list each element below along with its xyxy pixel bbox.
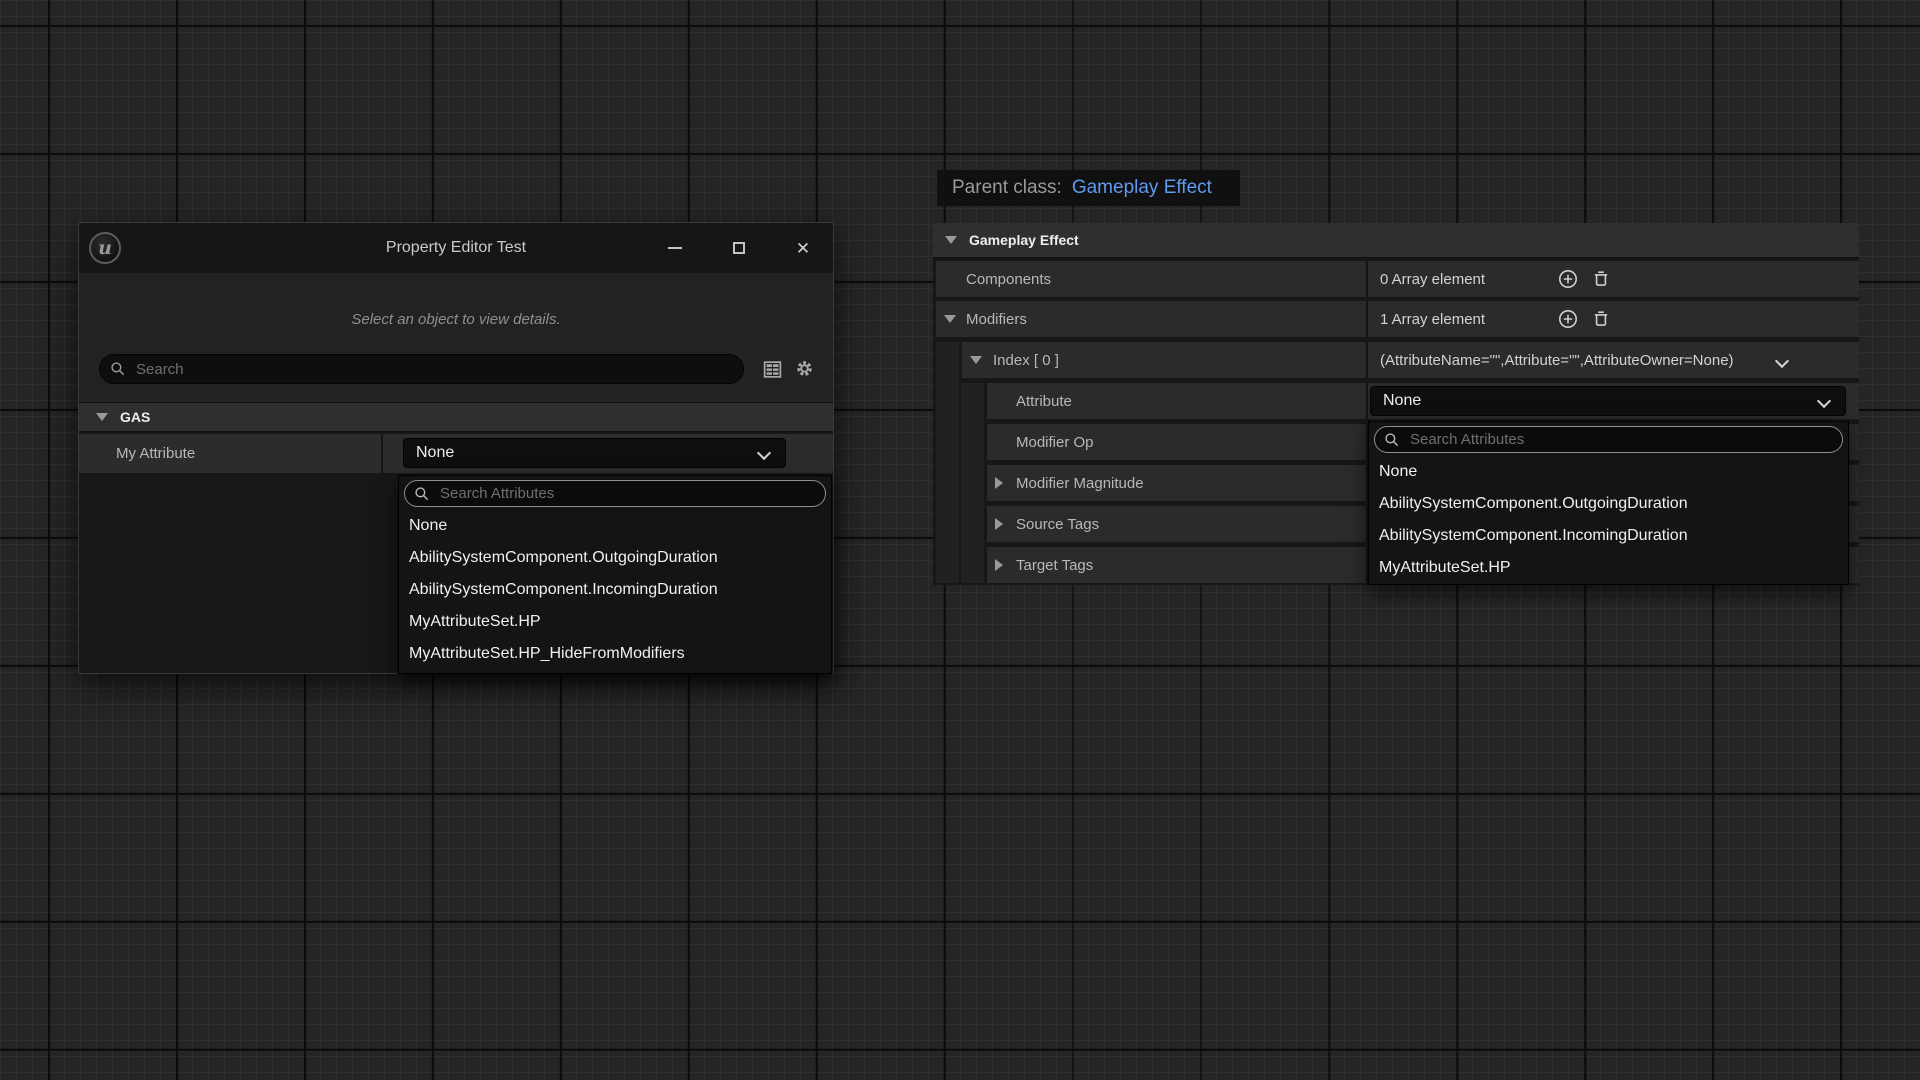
expander-down-icon[interactable] xyxy=(944,315,956,323)
expander-right-icon[interactable] xyxy=(995,477,1003,489)
property-name: My Attribute xyxy=(79,434,383,473)
dropdown-item[interactable]: MyAttributeSet.HP xyxy=(1369,552,1848,584)
search-icon xyxy=(414,486,430,502)
search-icon xyxy=(110,361,126,377)
blueprint-grid-canvas[interactable]: u Property Editor Test ✕ Select an objec… xyxy=(0,0,1920,1080)
parent-class-link[interactable]: Gameplay Effect xyxy=(1072,177,1212,199)
parent-class-bar: Parent class: Gameplay Effect xyxy=(937,170,1240,206)
delete-array-elements-icon[interactable] xyxy=(1591,269,1611,289)
delete-array-elements-icon[interactable] xyxy=(1591,309,1611,329)
dropdown-item-list: NoneAbilitySystemComponent.OutgoingDurat… xyxy=(1369,456,1848,584)
my-attribute-combobox[interactable]: None xyxy=(403,438,786,468)
dropdown-item[interactable]: None xyxy=(399,510,831,542)
indent-guide xyxy=(961,383,984,583)
window-titlebar[interactable]: u Property Editor Test ✕ xyxy=(79,223,833,274)
add-array-element-icon[interactable] xyxy=(1558,309,1578,329)
dropdown-item[interactable]: AbilitySystemComponent.IncomingDuration xyxy=(1369,520,1848,552)
property-row[interactable]: Modifiers1 Array element xyxy=(936,301,1859,337)
property-name: Modifier Op xyxy=(987,434,1094,451)
dropdown-item-list: NoneAbilitySystemComponent.OutgoingDurat… xyxy=(399,510,831,670)
property-row[interactable]: Attribute None xyxy=(987,383,1859,419)
category-label: Gameplay Effect xyxy=(969,232,1079,248)
dropdown-item[interactable]: AbilitySystemComponent.IncomingDuration xyxy=(399,574,831,606)
dropdown-item[interactable]: AbilitySystemComponent.OutgoingDuration xyxy=(1369,488,1848,520)
expander-down-icon[interactable] xyxy=(945,236,957,244)
dropdown-item[interactable]: MyAttributeSet.HP xyxy=(399,606,831,638)
dropdown-search-input[interactable] xyxy=(1408,430,1833,449)
search-icon xyxy=(1384,432,1400,448)
property-editor-window: u Property Editor Test ✕ Select an objec… xyxy=(78,222,834,674)
indent-guide xyxy=(936,342,959,583)
property-name: Modifier Magnitude xyxy=(987,475,1144,492)
close-button[interactable]: ✕ xyxy=(791,236,815,260)
expander-down-icon[interactable] xyxy=(970,356,982,364)
combobox-value: None xyxy=(1383,392,1421,410)
details-empty-area: Select an object to view details. xyxy=(79,273,833,402)
search-input[interactable] xyxy=(134,360,733,379)
minimize-button[interactable] xyxy=(663,236,687,260)
expander-right-icon[interactable] xyxy=(995,559,1003,571)
property-name: Components xyxy=(936,271,1051,288)
dropdown-item[interactable]: None xyxy=(1369,456,1848,488)
add-array-element-icon[interactable] xyxy=(1558,269,1578,289)
dropdown-search-container[interactable] xyxy=(1374,426,1843,453)
attribute-combobox[interactable]: None xyxy=(1370,386,1846,416)
expander-right-icon[interactable] xyxy=(995,518,1003,530)
array-count-value: 0 Array element xyxy=(1380,271,1485,288)
dropdown-search-container[interactable] xyxy=(404,480,826,507)
expander-down-icon[interactable] xyxy=(96,413,108,421)
property-row[interactable]: Index [ 0 ](AttributeName="",Attribute="… xyxy=(962,342,1859,378)
dropdown-item[interactable]: AbilitySystemComponent.OutgoingDuration xyxy=(399,542,831,574)
dropdown-item[interactable]: MyAttributeSet.HP_HideFromModifiers xyxy=(399,638,831,670)
attribute-dropdown-left: NoneAbilitySystemComponent.OutgoingDurat… xyxy=(398,475,832,674)
property-row-my-attribute[interactable]: My Attribute None xyxy=(79,434,833,473)
gear-icon xyxy=(794,358,815,379)
minimize-icon xyxy=(668,247,682,249)
search-input-container[interactable] xyxy=(99,354,744,384)
combobox-value: None xyxy=(416,444,454,462)
array-count-value: 1 Array element xyxy=(1380,311,1485,328)
category-header-gameplay-effect[interactable]: Gameplay Effect xyxy=(933,223,1859,258)
property-name: Attribute xyxy=(987,393,1072,410)
settings-button[interactable] xyxy=(794,358,815,384)
maximize-button[interactable] xyxy=(727,236,751,260)
maximize-icon xyxy=(733,242,745,254)
details-grid-icon xyxy=(762,359,783,380)
parent-class-label: Parent class: xyxy=(952,177,1062,199)
chevron-down-icon[interactable] xyxy=(1775,354,1789,368)
details-view-options-button[interactable] xyxy=(761,358,783,380)
property-name: Source Tags xyxy=(987,516,1099,533)
category-header-gas[interactable]: GAS xyxy=(79,402,833,432)
category-label: GAS xyxy=(120,409,150,425)
details-panel: Gameplay Effect Components 0 Array elemen… xyxy=(933,223,1859,585)
close-icon: ✕ xyxy=(796,240,810,257)
chevron-down-icon xyxy=(757,446,771,460)
empty-state-text: Select an object to view details. xyxy=(79,311,833,328)
attribute-dropdown-right: NoneAbilitySystemComponent.OutgoingDurat… xyxy=(1368,421,1849,585)
chevron-down-icon xyxy=(1817,394,1831,408)
property-row[interactable]: Components 0 Array element xyxy=(936,261,1859,297)
dropdown-search-input[interactable] xyxy=(438,484,816,503)
struct-preview-value: (AttributeName="",Attribute="",Attribute… xyxy=(1380,352,1734,369)
